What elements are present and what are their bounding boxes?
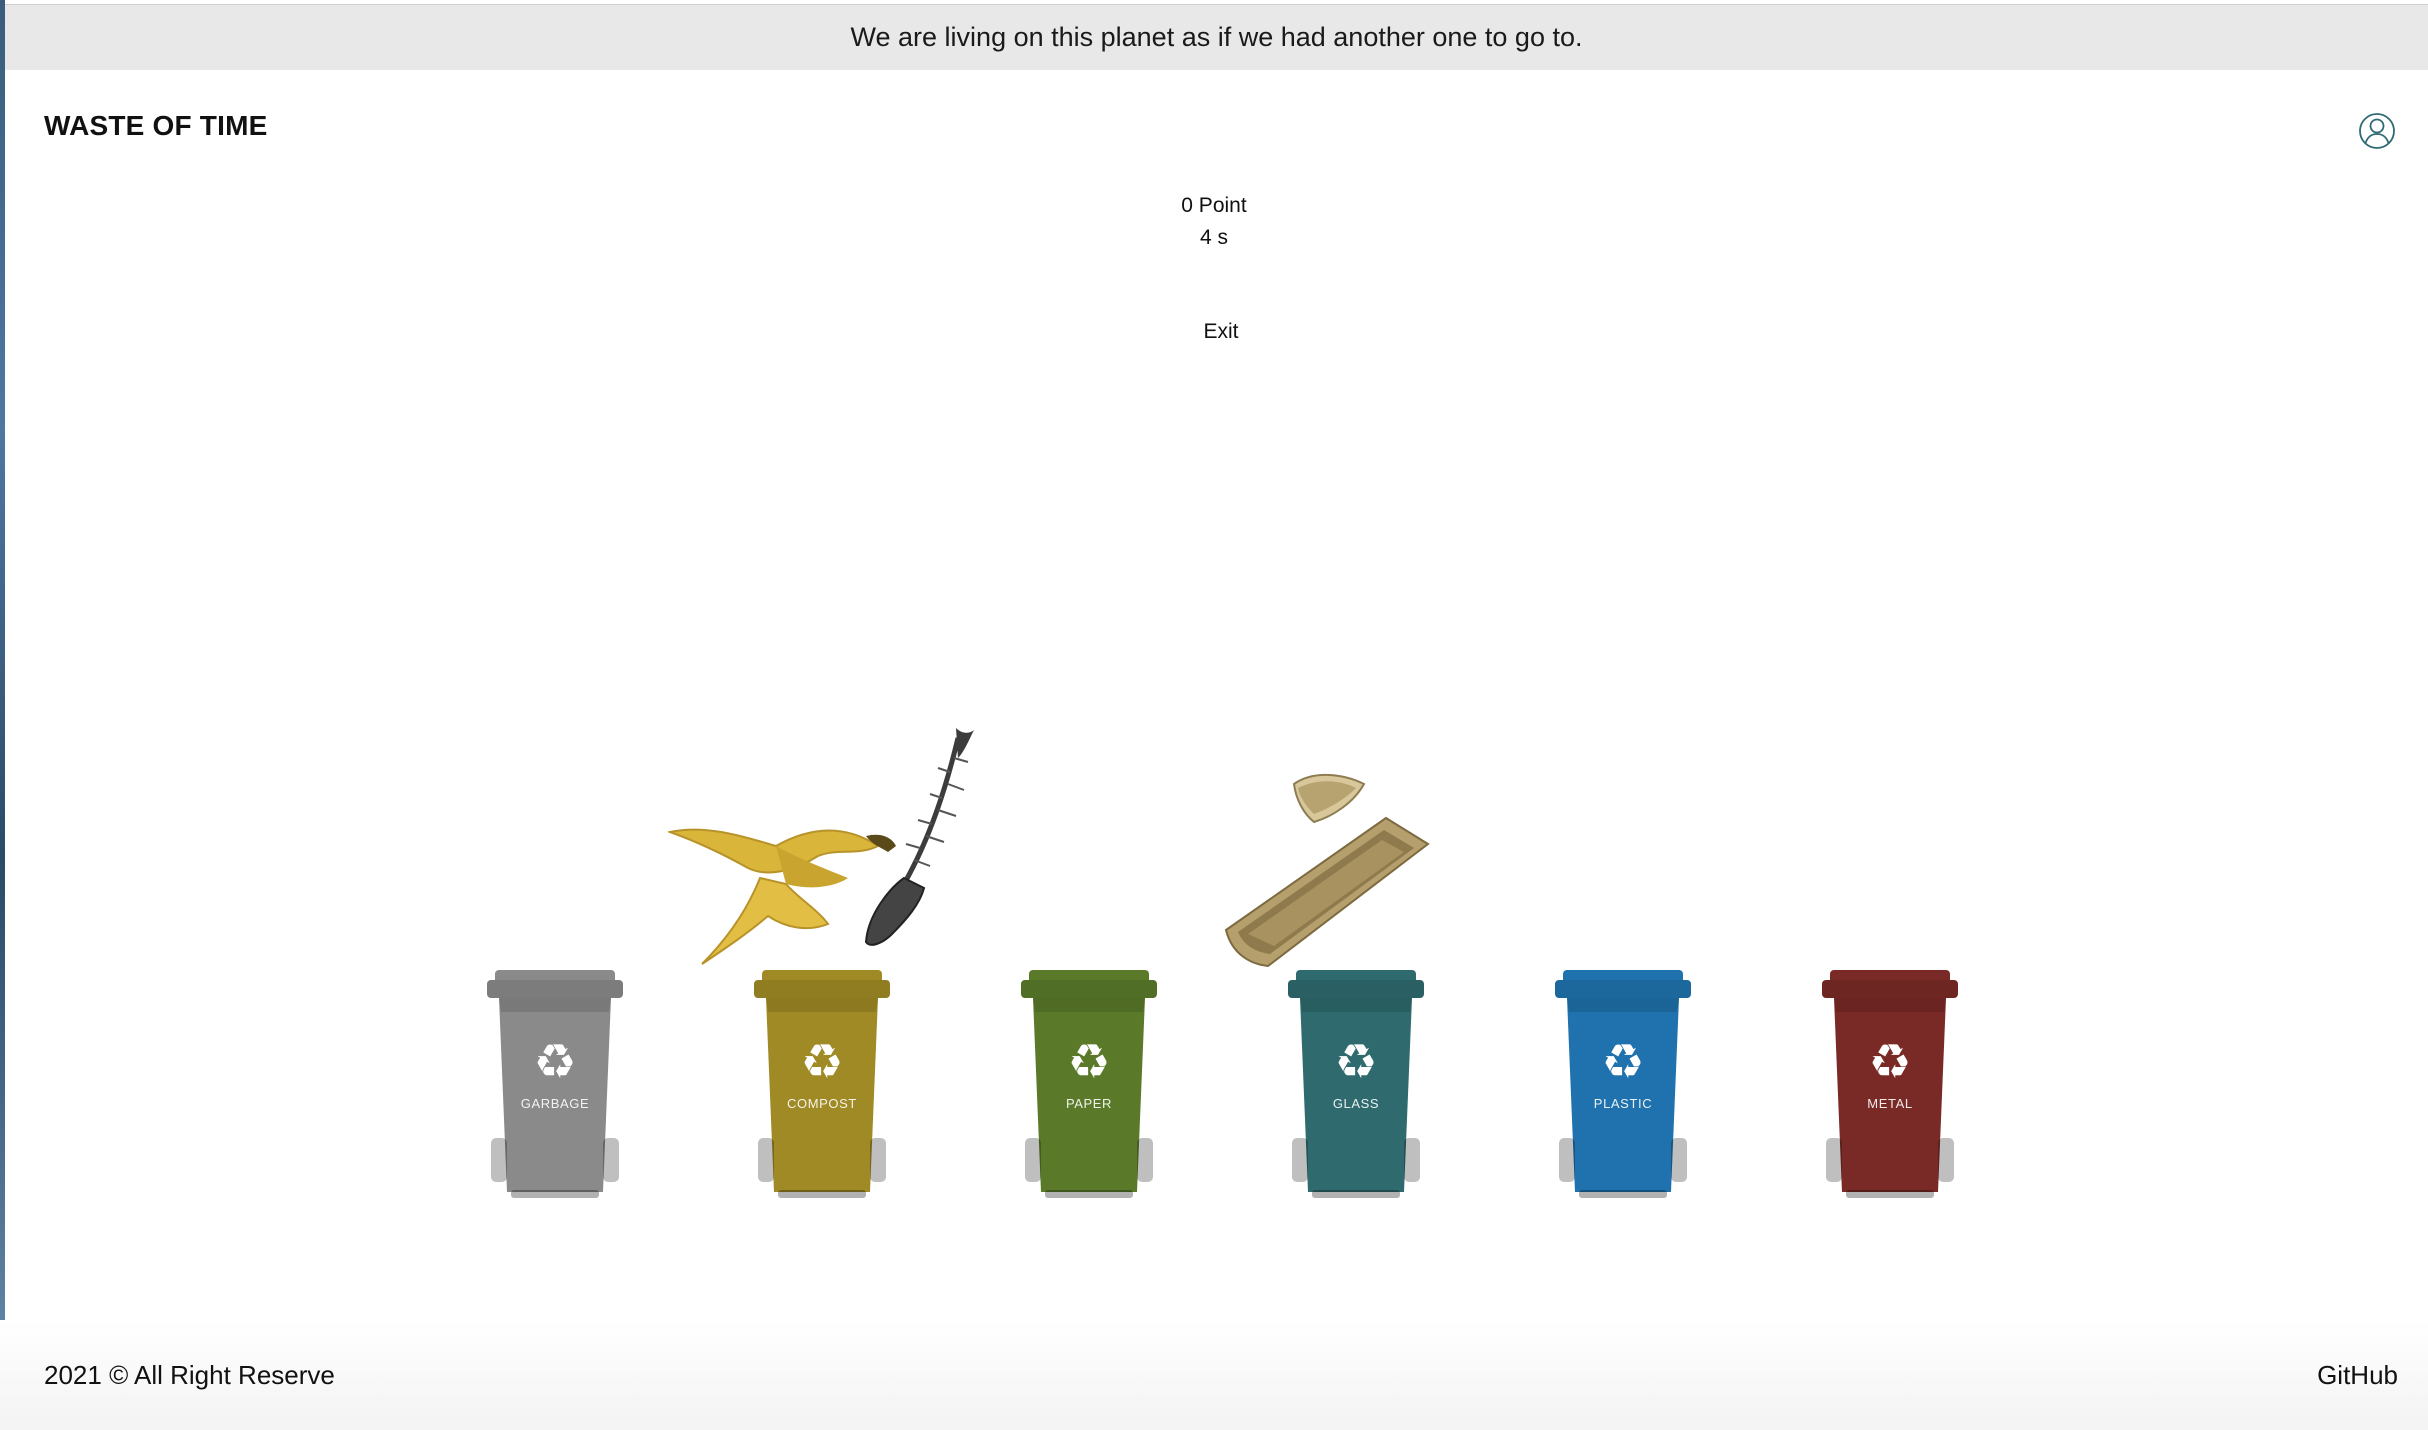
quote-banner: We are living on this planet as if we ha…: [5, 4, 2428, 70]
bin-compost[interactable]: ♻ COMPOST: [754, 968, 890, 1200]
banana-fishbone-waste[interactable]: [668, 728, 978, 968]
sardine-can-waste[interactable]: [1214, 770, 1432, 970]
bin-label: METAL: [1867, 1096, 1913, 1111]
copyright-text: 2021 © All Right Reserve: [44, 1360, 335, 1390]
bin-label: GLASS: [1332, 1096, 1380, 1111]
app-title: WASTE OF TIME: [44, 110, 268, 141]
quote-text: We are living on this planet as if we ha…: [850, 22, 1583, 52]
user-circle-icon[interactable]: [2358, 112, 2396, 150]
recycle-icon: ♻: [800, 1034, 843, 1090]
recycle-icon: ♻: [1601, 1034, 1644, 1090]
paper-bin-icon: ♻: [1021, 970, 1157, 1198]
github-link[interactable]: GitHub: [2317, 1360, 2398, 1391]
score-points: 0 Point: [1181, 194, 1247, 217]
glass-bin-icon: ♻: [1288, 970, 1424, 1198]
recycle-icon: ♻: [533, 1034, 576, 1090]
bin-garbage[interactable]: ♻ GARBAGE: [487, 968, 623, 1200]
bin-label: PAPER: [1065, 1096, 1113, 1111]
bin-label: GARBAGE: [520, 1096, 590, 1111]
timer: 4 s: [1199, 226, 1228, 249]
recycle-icon: ♻: [1334, 1034, 1377, 1090]
bin-label: PLASTIC: [1593, 1096, 1653, 1111]
exit-button[interactable]: Exit: [1164, 320, 1278, 344]
bin-label: COMPOST: [787, 1096, 857, 1111]
bin-glass[interactable]: ♻ GLASS: [1288, 968, 1424, 1200]
garbage-bin-icon: ♻: [487, 970, 623, 1198]
bin-paper[interactable]: ♻ PAPER: [1021, 968, 1157, 1200]
footer: [0, 1320, 2428, 1430]
compost-bin-icon: ♻: [754, 970, 890, 1198]
bin-plastic[interactable]: ♻ PLASTIC: [1555, 968, 1691, 1200]
recycle-icon: ♻: [1868, 1034, 1911, 1090]
bin-metal[interactable]: ♻ METAL: [1822, 968, 1958, 1200]
score-panel: 0 Point 4 s: [0, 190, 2428, 254]
recycle-icon: ♻: [1067, 1034, 1110, 1090]
plastic-bin-icon: ♻: [1555, 970, 1691, 1198]
metal-bin-icon: ♻: [1822, 970, 1958, 1198]
